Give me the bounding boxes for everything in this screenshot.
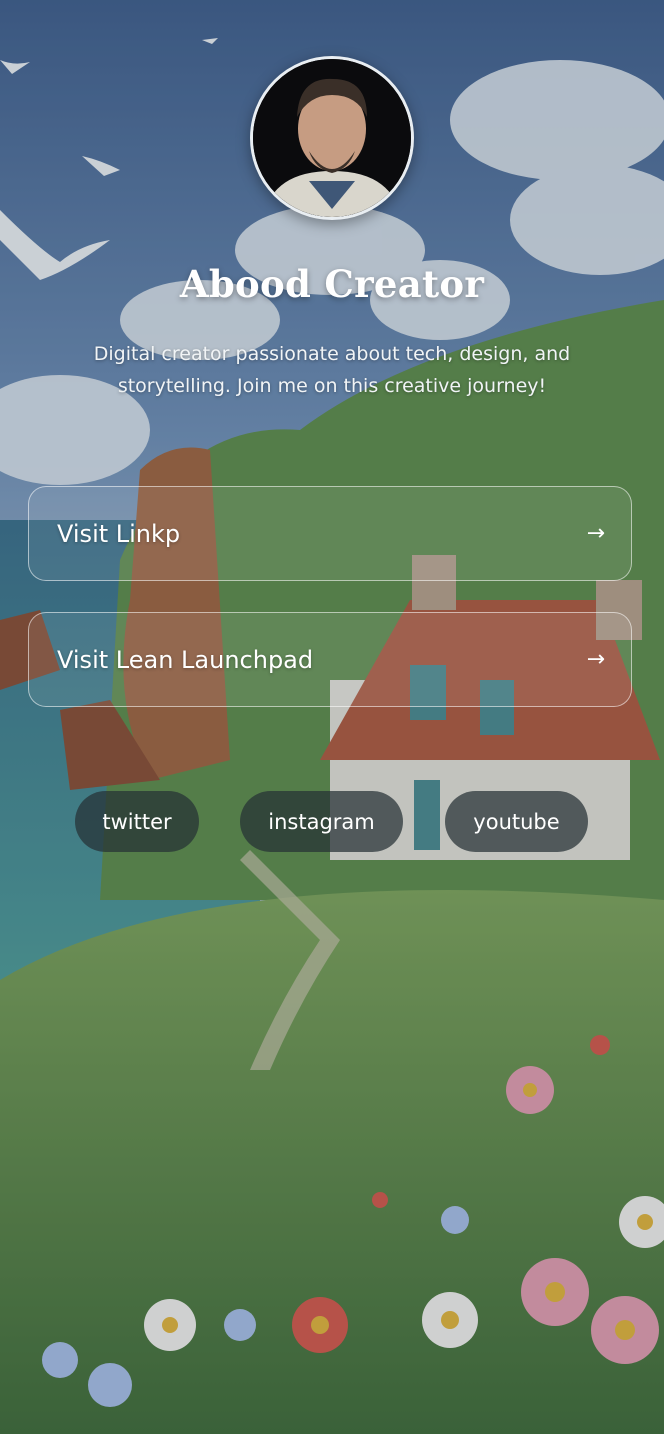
link-label: Visit Lean Launchpad	[57, 645, 314, 674]
arrow-right-icon: →	[586, 521, 605, 546]
social-button-instagram[interactable]: instagram	[240, 791, 403, 852]
profile-name: Abood Creator	[179, 262, 485, 306]
social-button-twitter[interactable]: twitter	[75, 791, 199, 852]
profile-bio: Digital creator passionate about tech, d…	[93, 343, 571, 397]
link-button-linkp[interactable]: Visit Linkp →	[28, 486, 632, 581]
social-button-youtube[interactable]: youtube	[445, 791, 588, 852]
link-label: Visit Linkp	[57, 519, 181, 548]
arrow-right-icon: →	[586, 647, 605, 672]
user-avatar-photo	[253, 59, 411, 217]
avatar	[250, 56, 414, 220]
link-button-lean-launchpad[interactable]: Visit Lean Launchpad →	[28, 612, 632, 707]
